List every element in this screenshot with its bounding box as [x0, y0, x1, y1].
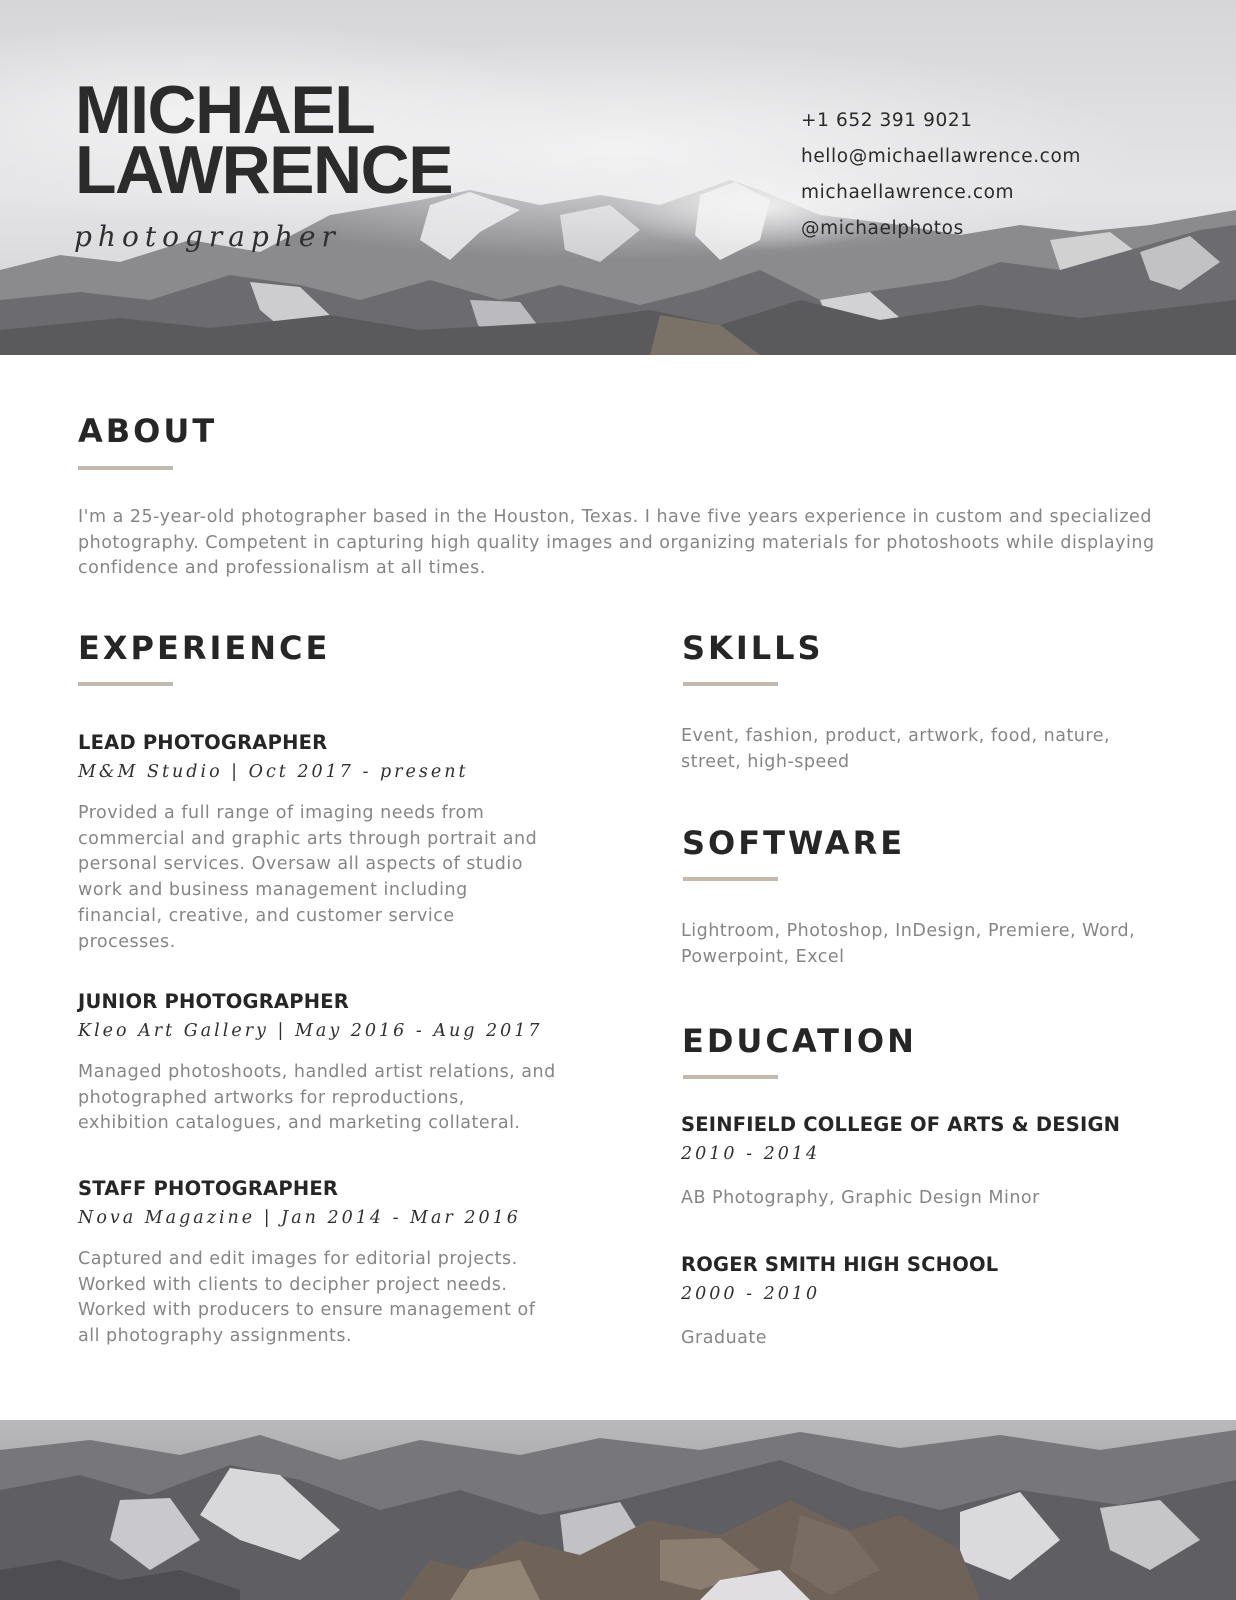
- person-name: MICHAEL LAWRENCE: [75, 72, 454, 208]
- name-line-first: MICHAEL: [75, 72, 376, 148]
- job-description: Captured and edit images for editorial p…: [78, 1249, 536, 1347]
- experience-heading: EXPERIENCE: [78, 629, 331, 667]
- about-text: I'm a 25-year-old photographer based in …: [78, 507, 1155, 579]
- software-divider: [683, 877, 778, 881]
- name-line-last: LAWRENCE: [75, 132, 454, 208]
- contact-block: +1 652 391 9021 hello@michaellawrence.co…: [801, 107, 1081, 251]
- school-detail: Graduate: [681, 1328, 768, 1348]
- job-title: STAFF PHOTOGRAPHER: [78, 1177, 339, 1200]
- contact-email: hello@michaellawrence.com: [801, 146, 1081, 167]
- job-title: JUNIOR PHOTOGRAPHER: [78, 990, 349, 1013]
- software-heading: SOFTWARE: [682, 824, 906, 862]
- job-title: LEAD PHOTOGRAPHER: [78, 731, 328, 754]
- education-heading: EDUCATION: [682, 1022, 917, 1060]
- role-title: photographer: [74, 220, 341, 253]
- job-description: Managed photoshoots, handled artist rela…: [78, 1062, 556, 1134]
- school-name: ROGER SMITH HIGH SCHOOL: [681, 1253, 999, 1276]
- contact-phone: +1 652 391 9021: [801, 110, 973, 131]
- skills-text: Event, fashion, product, artwork, food, …: [681, 726, 1111, 772]
- education-divider: [683, 1075, 778, 1079]
- contact-website: michaellawrence.com: [801, 182, 1015, 203]
- software-text: Lightroom, Photoshop, InDesign, Premiere…: [681, 921, 1136, 967]
- school-years: 2000 - 2010: [681, 1284, 821, 1304]
- skills-heading: SKILLS: [682, 629, 824, 667]
- job-meta: Nova Magazine | Jan 2014 - Mar 2016: [78, 1208, 521, 1228]
- contact-social: @michaelphotos: [801, 218, 964, 239]
- about-heading: ABOUT: [78, 412, 218, 450]
- footer-mountain-photo: [0, 1420, 1236, 1600]
- job-description: Provided a full range of imaging needs f…: [78, 803, 538, 952]
- experience-divider: [78, 682, 173, 686]
- job-meta: M&M Studio | Oct 2017 - present: [78, 762, 469, 782]
- skills-divider: [683, 682, 778, 686]
- school-name: SEINFIELD COLLEGE OF ARTS & DESIGN: [681, 1113, 1121, 1136]
- job-meta: Kleo Art Gallery | May 2016 - Aug 2017: [78, 1021, 543, 1041]
- school-years: 2010 - 2014: [681, 1144, 821, 1164]
- school-detail: AB Photography, Graphic Design Minor: [681, 1188, 1040, 1208]
- about-divider: [78, 466, 173, 470]
